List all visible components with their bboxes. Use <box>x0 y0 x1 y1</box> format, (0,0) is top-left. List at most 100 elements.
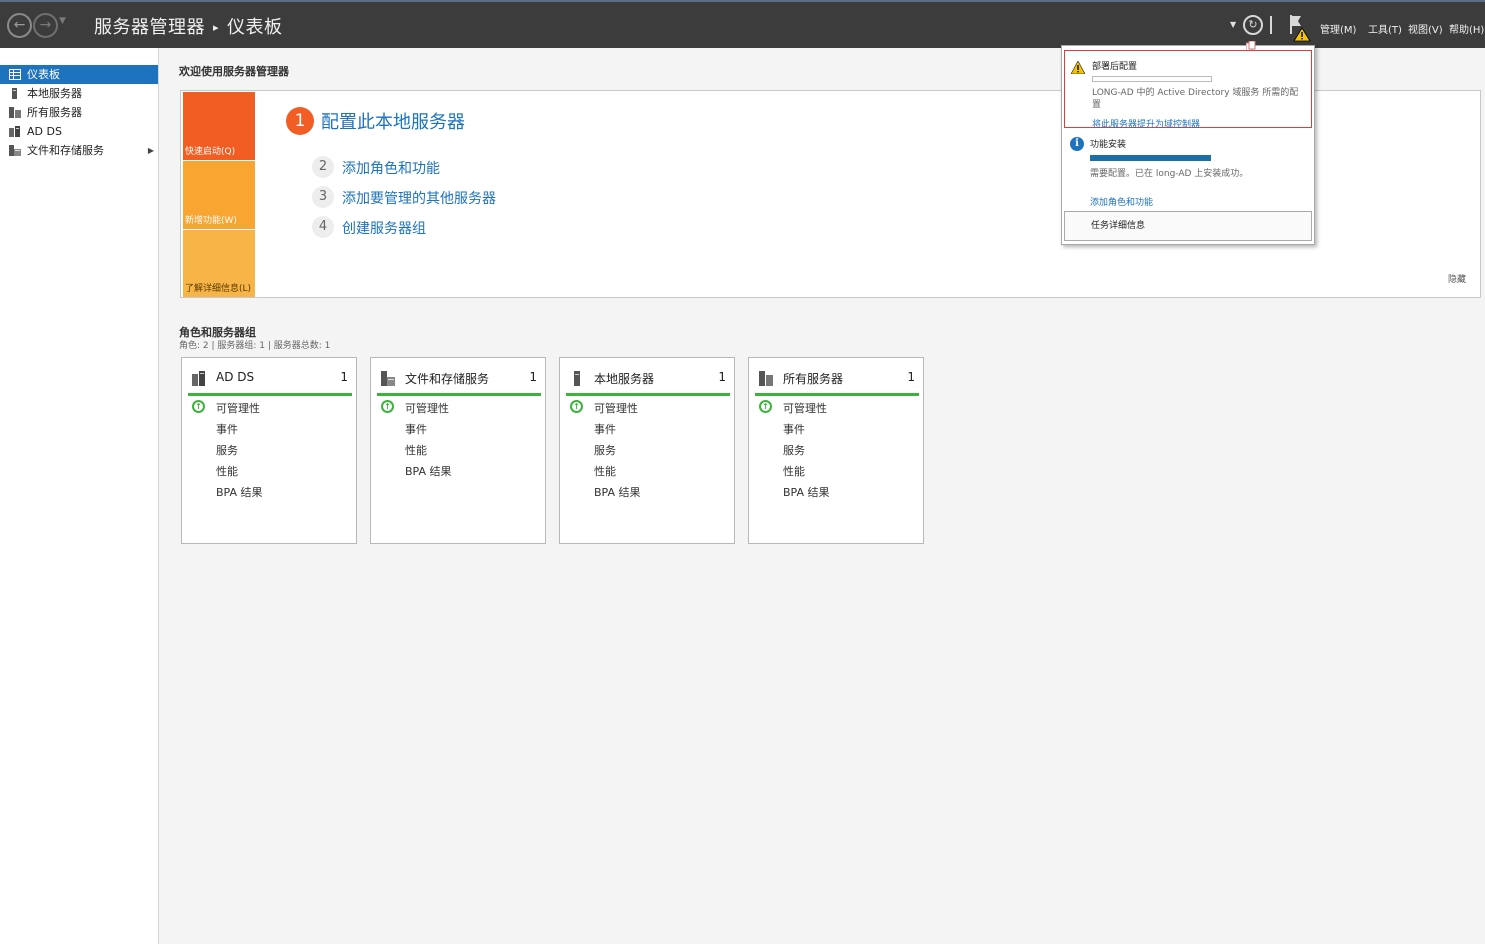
configure-local-server-link[interactable]: 配置此本地服务器 <box>321 108 465 134</box>
role-card-file-storage[interactable]: 文件和存储服务 1 ↑ 可管理性 事件 性能 BPA 结果 <box>370 357 546 544</box>
card-row-manageability[interactable]: 可管理性 <box>216 400 260 416</box>
card-title: 所有服务器 <box>783 372 844 386</box>
status-ok-icon: ↑ <box>570 400 583 413</box>
servers-icon <box>759 371 773 386</box>
card-header[interactable]: 所有服务器 1 <box>755 362 919 396</box>
card-title: AD DS <box>216 370 255 384</box>
card-row-services[interactable]: 服务 <box>216 442 238 458</box>
status-ok-icon: ↑ <box>381 400 394 413</box>
breadcrumb: 服务器管理器 ▸ 仪表板 <box>94 13 283 39</box>
status-ok-icon: ↑ <box>192 400 205 413</box>
notification-progress <box>1092 76 1212 82</box>
add-roles-features-notif-link[interactable]: 添加角色和功能 <box>1090 195 1153 208</box>
add-roles-features-link[interactable]: 添加角色和功能 <box>342 158 440 178</box>
card-row-performance[interactable]: 性能 <box>783 463 805 479</box>
card-row-manageability[interactable]: 可管理性 <box>405 400 449 416</box>
card-row-manageability[interactable]: 可管理性 <box>594 400 638 416</box>
task-details-button[interactable]: 任务详细信息 <box>1064 211 1312 241</box>
card-row-bpa[interactable]: BPA 结果 <box>216 484 263 500</box>
card-row-performance[interactable]: 性能 <box>405 442 427 458</box>
breadcrumb-app: 服务器管理器 <box>94 17 205 38</box>
tile-whats-new[interactable]: 新增功能(W) <box>183 161 255 229</box>
forward-button[interactable]: → <box>33 13 58 38</box>
role-card-ad-ds[interactable]: AD DS 1 ↑ 可管理性 事件 服务 性能 BPA 结果 <box>181 357 357 544</box>
tile-quick-start[interactable]: 快速启动(Q) <box>183 92 255 160</box>
sidebar-item-label: 所有服务器 <box>27 106 82 119</box>
notification-title: 部署后配置 <box>1092 62 1138 72</box>
menu-help[interactable]: 帮助(H) <box>1449 21 1484 36</box>
role-card-all-servers[interactable]: 所有服务器 1 ↑ 可管理性 事件 服务 性能 BPA 结果 <box>748 357 924 544</box>
sidebar-item-all-servers[interactable]: 所有服务器 <box>0 103 158 122</box>
expand-arrow-icon[interactable]: ▶ <box>148 141 154 160</box>
card-title: 文件和存储服务 <box>405 372 490 386</box>
notification-title: 功能安装 <box>1090 140 1127 150</box>
role-card-local-server[interactable]: 本地服务器 1 ↑ 可管理性 事件 服务 性能 BPA 结果 <box>559 357 735 544</box>
card-row-services[interactable]: 服务 <box>594 442 616 458</box>
servers-icon <box>9 107 21 118</box>
card-count: 1 <box>529 370 537 384</box>
card-header[interactable]: 文件和存储服务 1 <box>377 362 541 396</box>
history-dropdown-icon[interactable]: ▼ <box>59 16 66 26</box>
step-number-1: 1 <box>286 107 314 135</box>
roles-subtitle: 角色: 2 | 服务器组: 1 | 服务器总数: 1 <box>179 341 331 351</box>
step-number-3: 3 <box>312 186 334 208</box>
notification-progress-complete <box>1090 155 1211 161</box>
card-header[interactable]: 本地服务器 1 <box>566 362 730 396</box>
title-bar: ← → ▼ 服务器管理器 ▸ 仪表板 ▼ ↻ 管理(M) 工具(T) 视图(V) 帮… <box>0 0 1485 48</box>
refresh-icon[interactable]: ↻ <box>1243 15 1263 35</box>
card-count: 1 <box>340 370 348 384</box>
card-row-events[interactable]: 事件 <box>594 421 616 437</box>
menu-view[interactable]: 视图(V) <box>1408 21 1443 36</box>
card-count: 1 <box>718 370 726 384</box>
tile-learn-more[interactable]: 了解详细信息(L) <box>183 230 255 297</box>
warning-icon <box>1071 61 1085 74</box>
card-row-manageability[interactable]: 可管理性 <box>783 400 827 416</box>
ad-ds-icon <box>192 371 205 386</box>
menu-tools[interactable]: 工具(T) <box>1368 21 1402 36</box>
sidebar-item-label: 本地服务器 <box>27 87 82 100</box>
breadcrumb-separator-icon: ▸ <box>213 21 220 34</box>
info-icon: i <box>1070 137 1084 151</box>
card-row-bpa[interactable]: BPA 结果 <box>783 484 830 500</box>
notifications-panel: 部署后配置 LONG-AD 中的 Active Directory 域服务 所需… <box>1061 41 1315 245</box>
create-server-group-link[interactable]: 创建服务器组 <box>342 218 426 238</box>
promote-dc-link[interactable]: 将此服务器提升为域控制器 <box>1092 117 1200 130</box>
sidebar-item-local-server[interactable]: 本地服务器 <box>0 84 158 103</box>
welcome-title: 欢迎使用服务器管理器 <box>179 65 289 78</box>
step-number-4: 4 <box>312 216 334 238</box>
card-row-events[interactable]: 事件 <box>216 421 238 437</box>
sidebar-item-label: 仪表板 <box>27 68 60 81</box>
hide-welcome-link[interactable]: 隐藏 <box>1448 272 1466 285</box>
sidebar-item-label: AD DS <box>27 125 62 138</box>
menu-manage[interactable]: 管理(M) <box>1320 21 1356 36</box>
status-ok-icon: ↑ <box>759 400 772 413</box>
card-header[interactable]: AD DS 1 <box>188 362 352 396</box>
file-storage-icon <box>381 371 395 386</box>
card-row-services[interactable]: 服务 <box>783 442 805 458</box>
card-row-bpa[interactable]: BPA 结果 <box>594 484 641 500</box>
card-row-bpa[interactable]: BPA 结果 <box>405 463 452 479</box>
dropdown-arrow-icon[interactable]: ▼ <box>1230 20 1236 29</box>
notification-flag-icon[interactable] <box>1288 14 1312 42</box>
notification-message: LONG-AD 中的 Active Directory 域服务 所需的配置 <box>1092 88 1299 110</box>
dashboard-icon <box>9 69 21 80</box>
separator <box>1270 16 1272 34</box>
add-other-servers-link[interactable]: 添加要管理的其他服务器 <box>342 188 496 208</box>
card-title: 本地服务器 <box>594 372 655 386</box>
card-row-events[interactable]: 事件 <box>405 421 427 437</box>
sidebar-item-file-storage[interactable]: 文件和存储服务 ▶ <box>0 141 158 160</box>
notification-deployment: 部署后配置 LONG-AD 中的 Active Directory 域服务 所需… <box>1064 50 1312 130</box>
card-count: 1 <box>907 370 915 384</box>
card-row-performance[interactable]: 性能 <box>216 463 238 479</box>
card-row-events[interactable]: 事件 <box>783 421 805 437</box>
sidebar-item-label: 文件和存储服务 <box>27 144 104 157</box>
sidebar-item-ad-ds[interactable]: AD DS <box>0 122 158 141</box>
file-storage-icon <box>9 145 21 156</box>
server-icon <box>574 371 580 386</box>
sidebar: 仪表板 本地服务器 所有服务器 AD DS 文件和存储服务 ▶ <box>0 48 159 944</box>
back-button[interactable]: ← <box>7 13 32 38</box>
card-row-performance[interactable]: 性能 <box>594 463 616 479</box>
ad-ds-icon <box>9 126 20 137</box>
server-icon <box>12 88 17 99</box>
sidebar-item-dashboard[interactable]: 仪表板 <box>0 65 158 84</box>
